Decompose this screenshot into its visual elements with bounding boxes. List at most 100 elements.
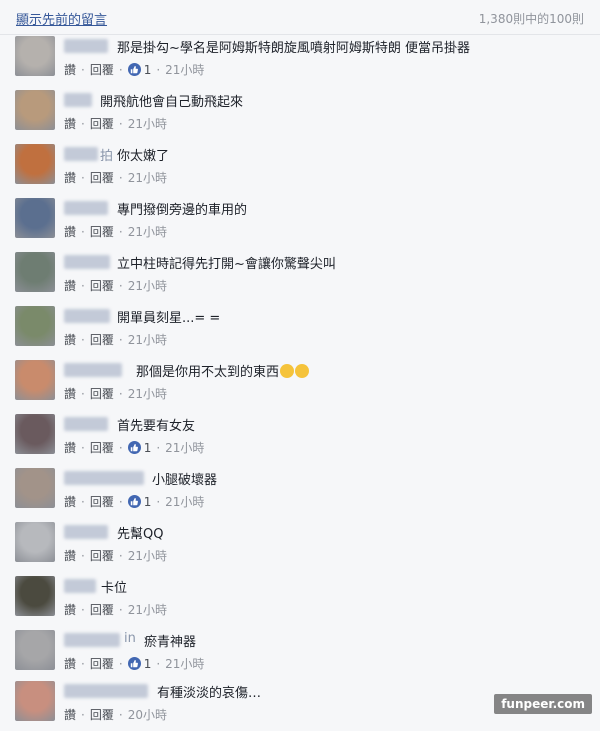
comment-text: 開飛航他會自己動飛起來 (100, 95, 244, 110)
comment-actions: 讚 · 回覆 · 1 · 21小時 (64, 439, 204, 456)
commenter-name-blurred[interactable] (64, 471, 144, 485)
reply-link[interactable]: 回覆 (90, 61, 114, 78)
commenter-name-blurred[interactable] (64, 93, 92, 107)
comment-text: 開單員刻星...= = (117, 311, 221, 326)
commenter-name-blurred[interactable] (64, 309, 110, 323)
separator-dot: · (81, 224, 85, 239)
reply-link[interactable]: 回覆 (90, 223, 114, 240)
avatar[interactable] (15, 468, 55, 508)
avatar[interactable] (15, 630, 55, 670)
show-previous-comments-link[interactable]: 顯示先前的留言 (16, 9, 107, 28)
comment-actions: 讚 · 回覆 · 21小時 (64, 601, 167, 618)
like-link[interactable]: 讚 (64, 493, 76, 510)
reply-link[interactable]: 回覆 (90, 385, 114, 402)
reply-link[interactable]: 回覆 (90, 115, 114, 132)
commenter-name-blurred[interactable] (64, 684, 148, 698)
comment-item: 專門撥倒旁邊的車用的 讚 · 回覆 · 21小時 (0, 196, 600, 248)
comment-text: 卡位 (101, 581, 128, 596)
like-link[interactable]: 讚 (64, 277, 76, 294)
separator-dot: · (81, 656, 85, 671)
avatar[interactable] (15, 681, 55, 721)
like-link[interactable]: 讚 (64, 439, 76, 456)
separator-dot: · (118, 116, 123, 131)
timestamp[interactable]: 21小時 (128, 547, 167, 564)
like-link[interactable]: 讚 (64, 61, 76, 78)
like-link[interactable]: 讚 (64, 169, 76, 186)
avatar[interactable] (15, 522, 55, 562)
timestamp[interactable]: 21小時 (165, 655, 204, 672)
reply-link[interactable]: 回覆 (90, 493, 114, 510)
timestamp[interactable]: 21小時 (128, 169, 167, 186)
separator-dot: · (118, 440, 123, 455)
timestamp[interactable]: 21小時 (128, 277, 167, 294)
reply-link[interactable]: 回覆 (90, 706, 114, 723)
like-count-value: 1 (143, 62, 152, 77)
comment-actions: 讚 · 回覆 · 21小時 (64, 331, 167, 348)
commenter-name-blurred[interactable] (64, 417, 108, 431)
timestamp[interactable]: 21小時 (165, 493, 204, 510)
separator-dot: · (81, 332, 85, 347)
like-link[interactable]: 讚 (64, 655, 76, 672)
comment-text: 立中柱時記得先打開~會讓你驚聲尖叫 (117, 257, 336, 272)
avatar[interactable] (15, 252, 55, 292)
avatar[interactable] (15, 306, 55, 346)
reply-link[interactable]: 回覆 (90, 169, 114, 186)
commenter-name-blurred[interactable] (64, 255, 110, 269)
timestamp[interactable]: 21小時 (128, 115, 167, 132)
like-count-value: 1 (143, 656, 152, 671)
separator-dot: · (118, 332, 123, 347)
avatar[interactable] (15, 576, 55, 616)
like-count[interactable]: 1 (127, 495, 151, 509)
comment-text: 瘀青神器 (144, 635, 197, 650)
commenter-name-blurred[interactable] (64, 147, 98, 161)
comment-actions: 讚 · 回覆 · 20小時 (64, 706, 167, 723)
separator-dot: · (81, 602, 85, 617)
commenter-name-blurred[interactable] (64, 579, 96, 593)
avatar[interactable] (15, 414, 55, 454)
separator-dot: · (156, 656, 161, 671)
like-link[interactable]: 讚 (64, 547, 76, 564)
commenter-name-blurred[interactable] (64, 525, 108, 539)
separator-dot: · (81, 386, 85, 401)
avatar[interactable] (15, 360, 55, 400)
avatar[interactable] (15, 198, 55, 238)
reply-link[interactable]: 回覆 (90, 601, 114, 618)
timestamp[interactable]: 21小時 (128, 223, 167, 240)
like-link[interactable]: 讚 (64, 706, 76, 723)
timestamp[interactable]: 20小時 (128, 706, 167, 723)
reply-link[interactable]: 回覆 (90, 277, 114, 294)
reply-link[interactable]: 回覆 (90, 439, 114, 456)
reply-link[interactable]: 回覆 (90, 655, 114, 672)
like-link[interactable]: 讚 (64, 601, 76, 618)
commenter-name-blurred[interactable] (64, 633, 120, 647)
separator-dot: · (118, 707, 123, 722)
commenter-name-suffix[interactable]: in (124, 631, 136, 646)
timestamp[interactable]: 21小時 (165, 439, 204, 456)
avatar[interactable] (15, 144, 55, 184)
like-link[interactable]: 讚 (64, 115, 76, 132)
reply-link[interactable]: 回覆 (90, 331, 114, 348)
separator-dot: · (81, 548, 85, 563)
timestamp[interactable]: 21小時 (128, 601, 167, 618)
like-count[interactable]: 1 (127, 62, 152, 77)
commenter-name-blurred[interactable] (64, 201, 108, 215)
like-link[interactable]: 讚 (64, 331, 76, 348)
avatar[interactable] (15, 36, 55, 76)
like-link[interactable]: 讚 (64, 385, 76, 402)
timestamp[interactable]: 21小時 (165, 61, 204, 78)
site-watermark: funpeer.com (494, 694, 592, 714)
like-link[interactable]: 讚 (64, 223, 76, 240)
timestamp[interactable]: 21小時 (128, 385, 167, 402)
commenter-name-blurred[interactable] (64, 363, 122, 377)
reply-link[interactable]: 回覆 (90, 547, 114, 564)
separator-dot: · (156, 440, 161, 455)
comment-text: 有種淡淡的哀傷… (157, 686, 262, 701)
avatar[interactable] (15, 90, 55, 130)
like-count[interactable]: 1 (127, 441, 151, 455)
timestamp[interactable]: 21小時 (128, 331, 167, 348)
separator-dot: · (118, 602, 123, 617)
commenter-name-suffix[interactable]: 拍 (100, 145, 113, 164)
commenter-name-blurred[interactable] (64, 39, 108, 53)
like-count[interactable]: 1 (127, 656, 152, 671)
comment-actions: 讚 · 回覆 · 1 · 21小時 (64, 493, 204, 510)
